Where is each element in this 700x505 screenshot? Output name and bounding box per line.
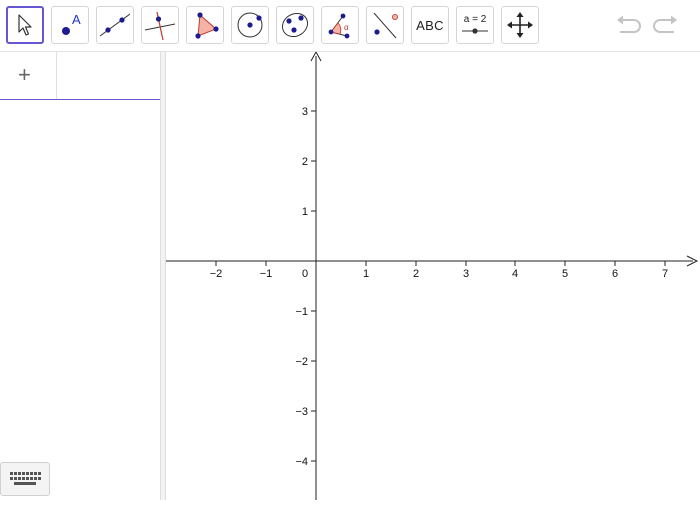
move-graphics-tool-button[interactable]	[501, 6, 539, 44]
circle-center-point-icon	[237, 12, 263, 38]
x-tick-label: 5	[562, 268, 568, 280]
move-tool-button[interactable]	[6, 6, 44, 44]
text-icon: ABC	[416, 17, 444, 33]
keyboard-icon	[10, 472, 41, 485]
conic-tool-button[interactable]	[276, 6, 314, 44]
x-tick-label: 1	[363, 268, 369, 280]
redo-icon[interactable]	[650, 14, 680, 38]
y-tick-label: −3	[295, 406, 308, 418]
cursor-arrow-icon	[18, 14, 32, 36]
y-tick-label: −2	[295, 356, 308, 368]
ellipse-icon	[281, 12, 309, 38]
reflect-tool-button[interactable]	[366, 6, 404, 44]
keyboard-toggle-button[interactable]	[0, 462, 50, 496]
perpendicular-line-icon	[144, 11, 176, 40]
perpendicular-line-tool-button[interactable]	[141, 6, 179, 44]
y-tick-label: 3	[302, 106, 308, 118]
x-tick-label: 7	[662, 268, 668, 280]
polygon-tool-button[interactable]	[186, 6, 224, 44]
angle-icon: α	[328, 13, 350, 39]
point-icon: A	[62, 12, 81, 35]
x-ticks	[215, 261, 666, 266]
y-tick-label: 2	[302, 156, 308, 168]
x-tick-label: −2	[210, 268, 223, 280]
polygon-icon	[195, 12, 219, 39]
algebra-input-row[interactable]: +	[0, 52, 160, 100]
x-tick-label: 3	[463, 268, 469, 280]
x-tick-label: 2	[413, 268, 419, 280]
y-tick-label: 1	[302, 206, 308, 218]
slider-tool-button[interactable]: a = 2	[456, 6, 494, 44]
algebra-view: +	[0, 52, 160, 500]
reflect-icon	[373, 12, 398, 39]
slider-icon: a = 2	[462, 14, 488, 34]
point-tool-button[interactable]: A	[51, 6, 89, 44]
origin-label: 0	[302, 268, 308, 280]
y-tick-label: −4	[295, 456, 308, 468]
angle-tool-button[interactable]: α	[321, 6, 359, 44]
line-through-two-points-icon	[99, 13, 131, 37]
y-tick-label: −1	[295, 306, 308, 318]
coordinate-plane: −2 −1 1 2 3 4 5 6 7 0 3 2 1 −1 −2 −3 −4	[166, 50, 699, 500]
toolbar: A α ABC a = 2	[0, 0, 700, 52]
row-divider	[56, 52, 57, 99]
x-tick-label: −1	[260, 268, 273, 280]
circle-tool-button[interactable]	[231, 6, 269, 44]
svg-text:α: α	[344, 23, 349, 32]
line-tool-button[interactable]	[96, 6, 134, 44]
x-tick-label: 6	[612, 268, 618, 280]
move-graphics-icon	[507, 12, 533, 38]
x-tick-label: 4	[512, 268, 518, 280]
graphics-view[interactable]: −2 −1 1 2 3 4 5 6 7 0 3 2 1 −1 −2 −3 −4	[166, 50, 700, 500]
y-ticks	[311, 110, 316, 462]
undo-icon[interactable]	[614, 14, 644, 38]
svg-text:a = 2: a = 2	[464, 14, 487, 25]
text-tool-button[interactable]: ABC	[411, 6, 449, 44]
plus-icon[interactable]: +	[18, 64, 31, 86]
svg-text:A: A	[72, 12, 81, 27]
